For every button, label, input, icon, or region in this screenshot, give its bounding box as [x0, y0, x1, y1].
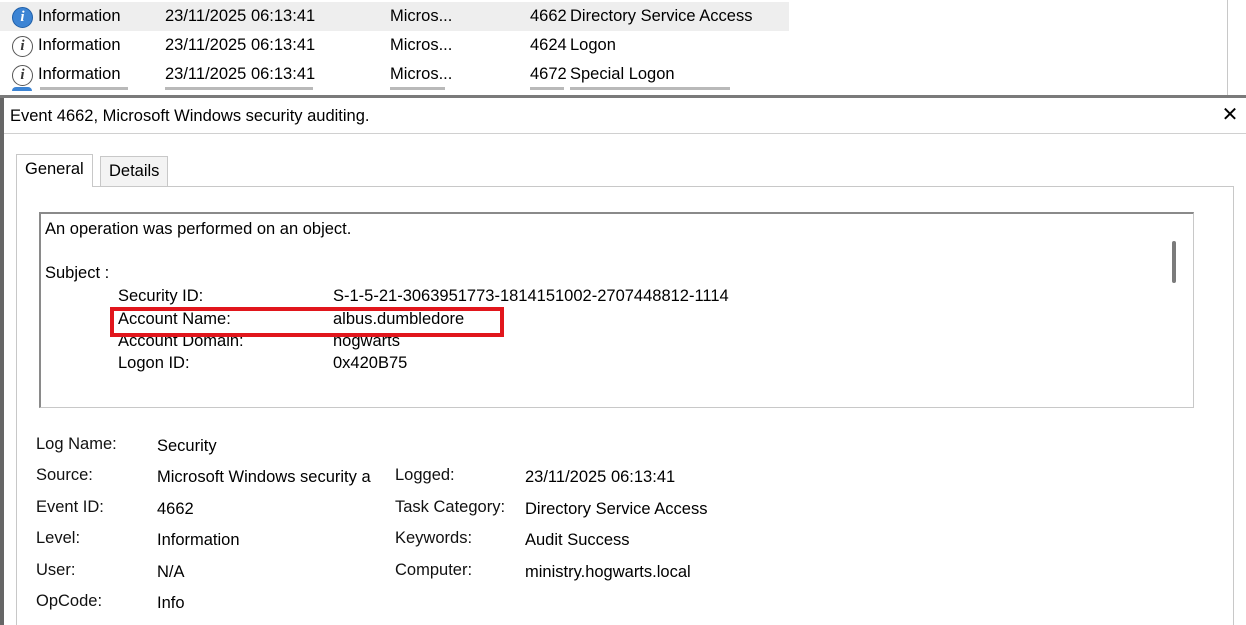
log-name-value: Security [157, 437, 217, 455]
event-id-label: Event ID: [36, 498, 104, 516]
event-row[interactable]: i Information 23/11/2025 06:13:41 Micros… [0, 60, 1227, 89]
log-name-label: Log Name: [36, 435, 117, 453]
event-level: Information [38, 36, 121, 54]
opcode-label: OpCode: [36, 592, 103, 610]
event-level: Information [38, 7, 121, 25]
computer-value: ministry.hogwarts.local [525, 563, 691, 581]
event-id-value: 4662 [157, 500, 194, 518]
details-header: Event 4662, Microsoft Windows security a… [4, 98, 1246, 134]
level-label: Level: [36, 529, 81, 547]
event-id: 4672 [530, 65, 567, 83]
event-source: Micros... [390, 65, 453, 83]
details-title: Event 4662, Microsoft Windows security a… [10, 107, 370, 125]
field-value: S-1-5-21-3063951773-1814151002-270744881… [333, 287, 729, 305]
list-divider [1227, 0, 1228, 96]
user-value: N/A [157, 563, 185, 581]
cut-text [40, 87, 128, 90]
source-value: Microsoft Windows security a [157, 468, 371, 486]
info-icon: i [12, 36, 33, 57]
event-date: 23/11/2025 06:13:41 [165, 7, 316, 25]
event-task: Directory Service Access [570, 7, 753, 25]
task-category-label: Task Category: [395, 498, 506, 516]
source-label: Source: [36, 466, 93, 484]
close-icon[interactable]: ✕ [1220, 104, 1240, 126]
keywords-label: Keywords: [395, 529, 473, 547]
event-row[interactable]: i Information 23/11/2025 06:13:41 Micros… [0, 31, 1227, 60]
event-id: 4624 [530, 36, 567, 54]
event-date: 23/11/2025 06:13:41 [165, 36, 316, 54]
event-source: Micros... [390, 36, 453, 54]
tab-details[interactable]: Details [100, 156, 169, 186]
field-value: 0x420B75 [333, 354, 408, 372]
info-icon [12, 87, 32, 91]
event-details-pane: Event 4662, Microsoft Windows security a… [4, 98, 1246, 625]
keywords-value: Audit Success [525, 531, 630, 549]
account-name-highlight [110, 307, 504, 337]
event-source: Micros... [390, 7, 453, 25]
subject-header: Subject : [45, 264, 110, 282]
event-task: Logon [570, 36, 616, 54]
cut-text [390, 87, 445, 90]
logged-label: Logged: [395, 466, 455, 484]
info-icon: i [12, 65, 33, 86]
event-date: 23/11/2025 06:13:41 [165, 65, 316, 83]
logged-value: 23/11/2025 06:13:41 [525, 468, 676, 486]
level-value: Information [157, 531, 240, 549]
opcode-value: Info [157, 594, 185, 612]
event-level: Information [38, 65, 121, 83]
event-row-selected[interactable]: i Information 23/11/2025 06:13:41 Micros… [0, 2, 789, 31]
event-task: Special Logon [570, 65, 675, 83]
user-label: User: [36, 561, 76, 579]
tab-general[interactable]: General [16, 154, 93, 187]
event-list: i Information 23/11/2025 06:13:41 Micros… [0, 0, 1246, 96]
description-box[interactable]: An operation was performed on an object.… [39, 212, 1194, 408]
cut-text [530, 87, 564, 90]
event-id: 4662 [530, 7, 567, 25]
cut-text [165, 87, 313, 90]
info-icon: i [12, 7, 33, 28]
computer-label: Computer: [395, 561, 473, 579]
field-label: Security ID: [118, 287, 204, 305]
description-intro: An operation was performed on an object. [45, 220, 352, 238]
task-category-value: Directory Service Access [525, 500, 708, 518]
scrollbar-thumb[interactable] [1172, 241, 1176, 283]
field-label: Logon ID: [118, 354, 190, 372]
cut-text [570, 87, 730, 90]
